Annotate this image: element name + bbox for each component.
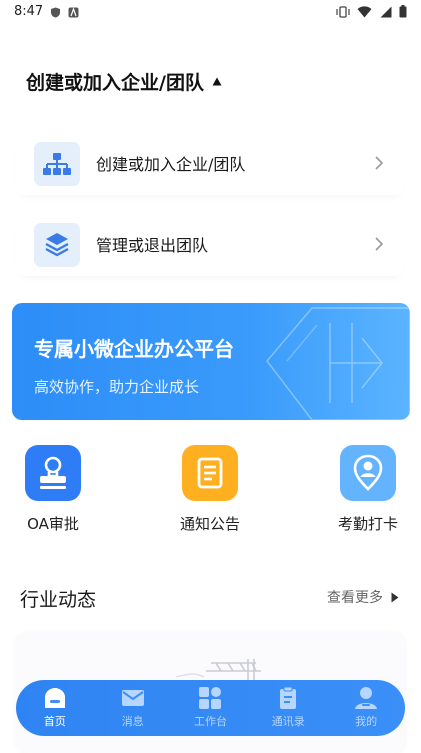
- shield-icon: [51, 7, 60, 18]
- tab-label: 首页: [43, 715, 66, 728]
- caret-right-icon: [391, 592, 399, 602]
- stamp-icon: [25, 445, 81, 501]
- team-switcher[interactable]: 创建或加入企业/团队: [26, 68, 222, 95]
- tab-label: 消息: [121, 715, 144, 728]
- tab-label: 工作台: [193, 715, 227, 728]
- status-icons: [336, 5, 407, 18]
- tab-workbench[interactable]: 工作台: [172, 680, 250, 736]
- caret-up-icon: [212, 77, 222, 86]
- tab-profile[interactable]: 我的: [327, 680, 405, 736]
- view-more-link[interactable]: 查看更多: [327, 587, 399, 607]
- signal-icon: [380, 6, 392, 17]
- status-time: 8:47: [14, 4, 44, 19]
- menu-manage-exit-team[interactable]: 管理或退出团队: [16, 212, 404, 276]
- quick-action-oa-approval[interactable]: OA审批: [3, 445, 103, 534]
- view-more-label: 查看更多: [327, 590, 383, 606]
- home-icon: [44, 688, 65, 708]
- tab-contacts[interactable]: 通讯录: [249, 680, 327, 736]
- notice-icon: [182, 445, 238, 501]
- quick-action-label: 考勤打卡: [337, 515, 398, 533]
- org-chart-icon: [43, 153, 71, 175]
- battery-icon: [399, 5, 407, 18]
- tab-label: 我的: [355, 715, 378, 728]
- quick-action-label: 通知公告: [179, 515, 240, 533]
- banner-title: 专属小微企业办公平台: [34, 337, 234, 361]
- banner-subtitle: 高效协作，助力企业成长: [34, 378, 200, 396]
- quick-action-notice[interactable]: 通知公告: [160, 445, 260, 534]
- location-user-icon: [340, 445, 396, 501]
- chevron-right-icon: [375, 156, 384, 170]
- wifi-icon: [357, 5, 372, 17]
- menu-create-join-team[interactable]: 创建或加入企业/团队: [16, 131, 404, 195]
- menu-label: 管理或退出团队: [96, 236, 209, 255]
- menu-label: 创建或加入企业/团队: [96, 155, 246, 174]
- page-title: 创建或加入企业/团队: [26, 72, 204, 94]
- menu-icon-box: [34, 223, 80, 267]
- quick-action-label: OA审批: [27, 515, 79, 533]
- chevron-right-icon: [375, 237, 384, 251]
- mail-icon: [121, 690, 144, 706]
- contacts-icon: [280, 686, 297, 709]
- bottom-tab-bar: 首页 消息 工作台 通讯录 我的: [16, 680, 405, 736]
- vibrate-icon: [336, 5, 350, 18]
- user-icon: [355, 687, 378, 709]
- tab-label: 通讯录: [271, 715, 305, 728]
- grid-icon: [199, 687, 222, 709]
- tab-home[interactable]: 首页: [16, 680, 94, 736]
- layers-icon: [45, 233, 69, 257]
- a-badge-icon: [68, 7, 79, 18]
- tab-messages[interactable]: 消息: [94, 680, 172, 736]
- promo-banner[interactable]: 专属小微企业办公平台 高效协作，助力企业成长: [12, 303, 410, 420]
- status-bar: 8:47: [0, 0, 421, 26]
- quick-action-attendance[interactable]: 考勤打卡: [318, 445, 418, 534]
- section-title: 行业动态: [20, 589, 97, 611]
- menu-icon-box: [34, 142, 80, 186]
